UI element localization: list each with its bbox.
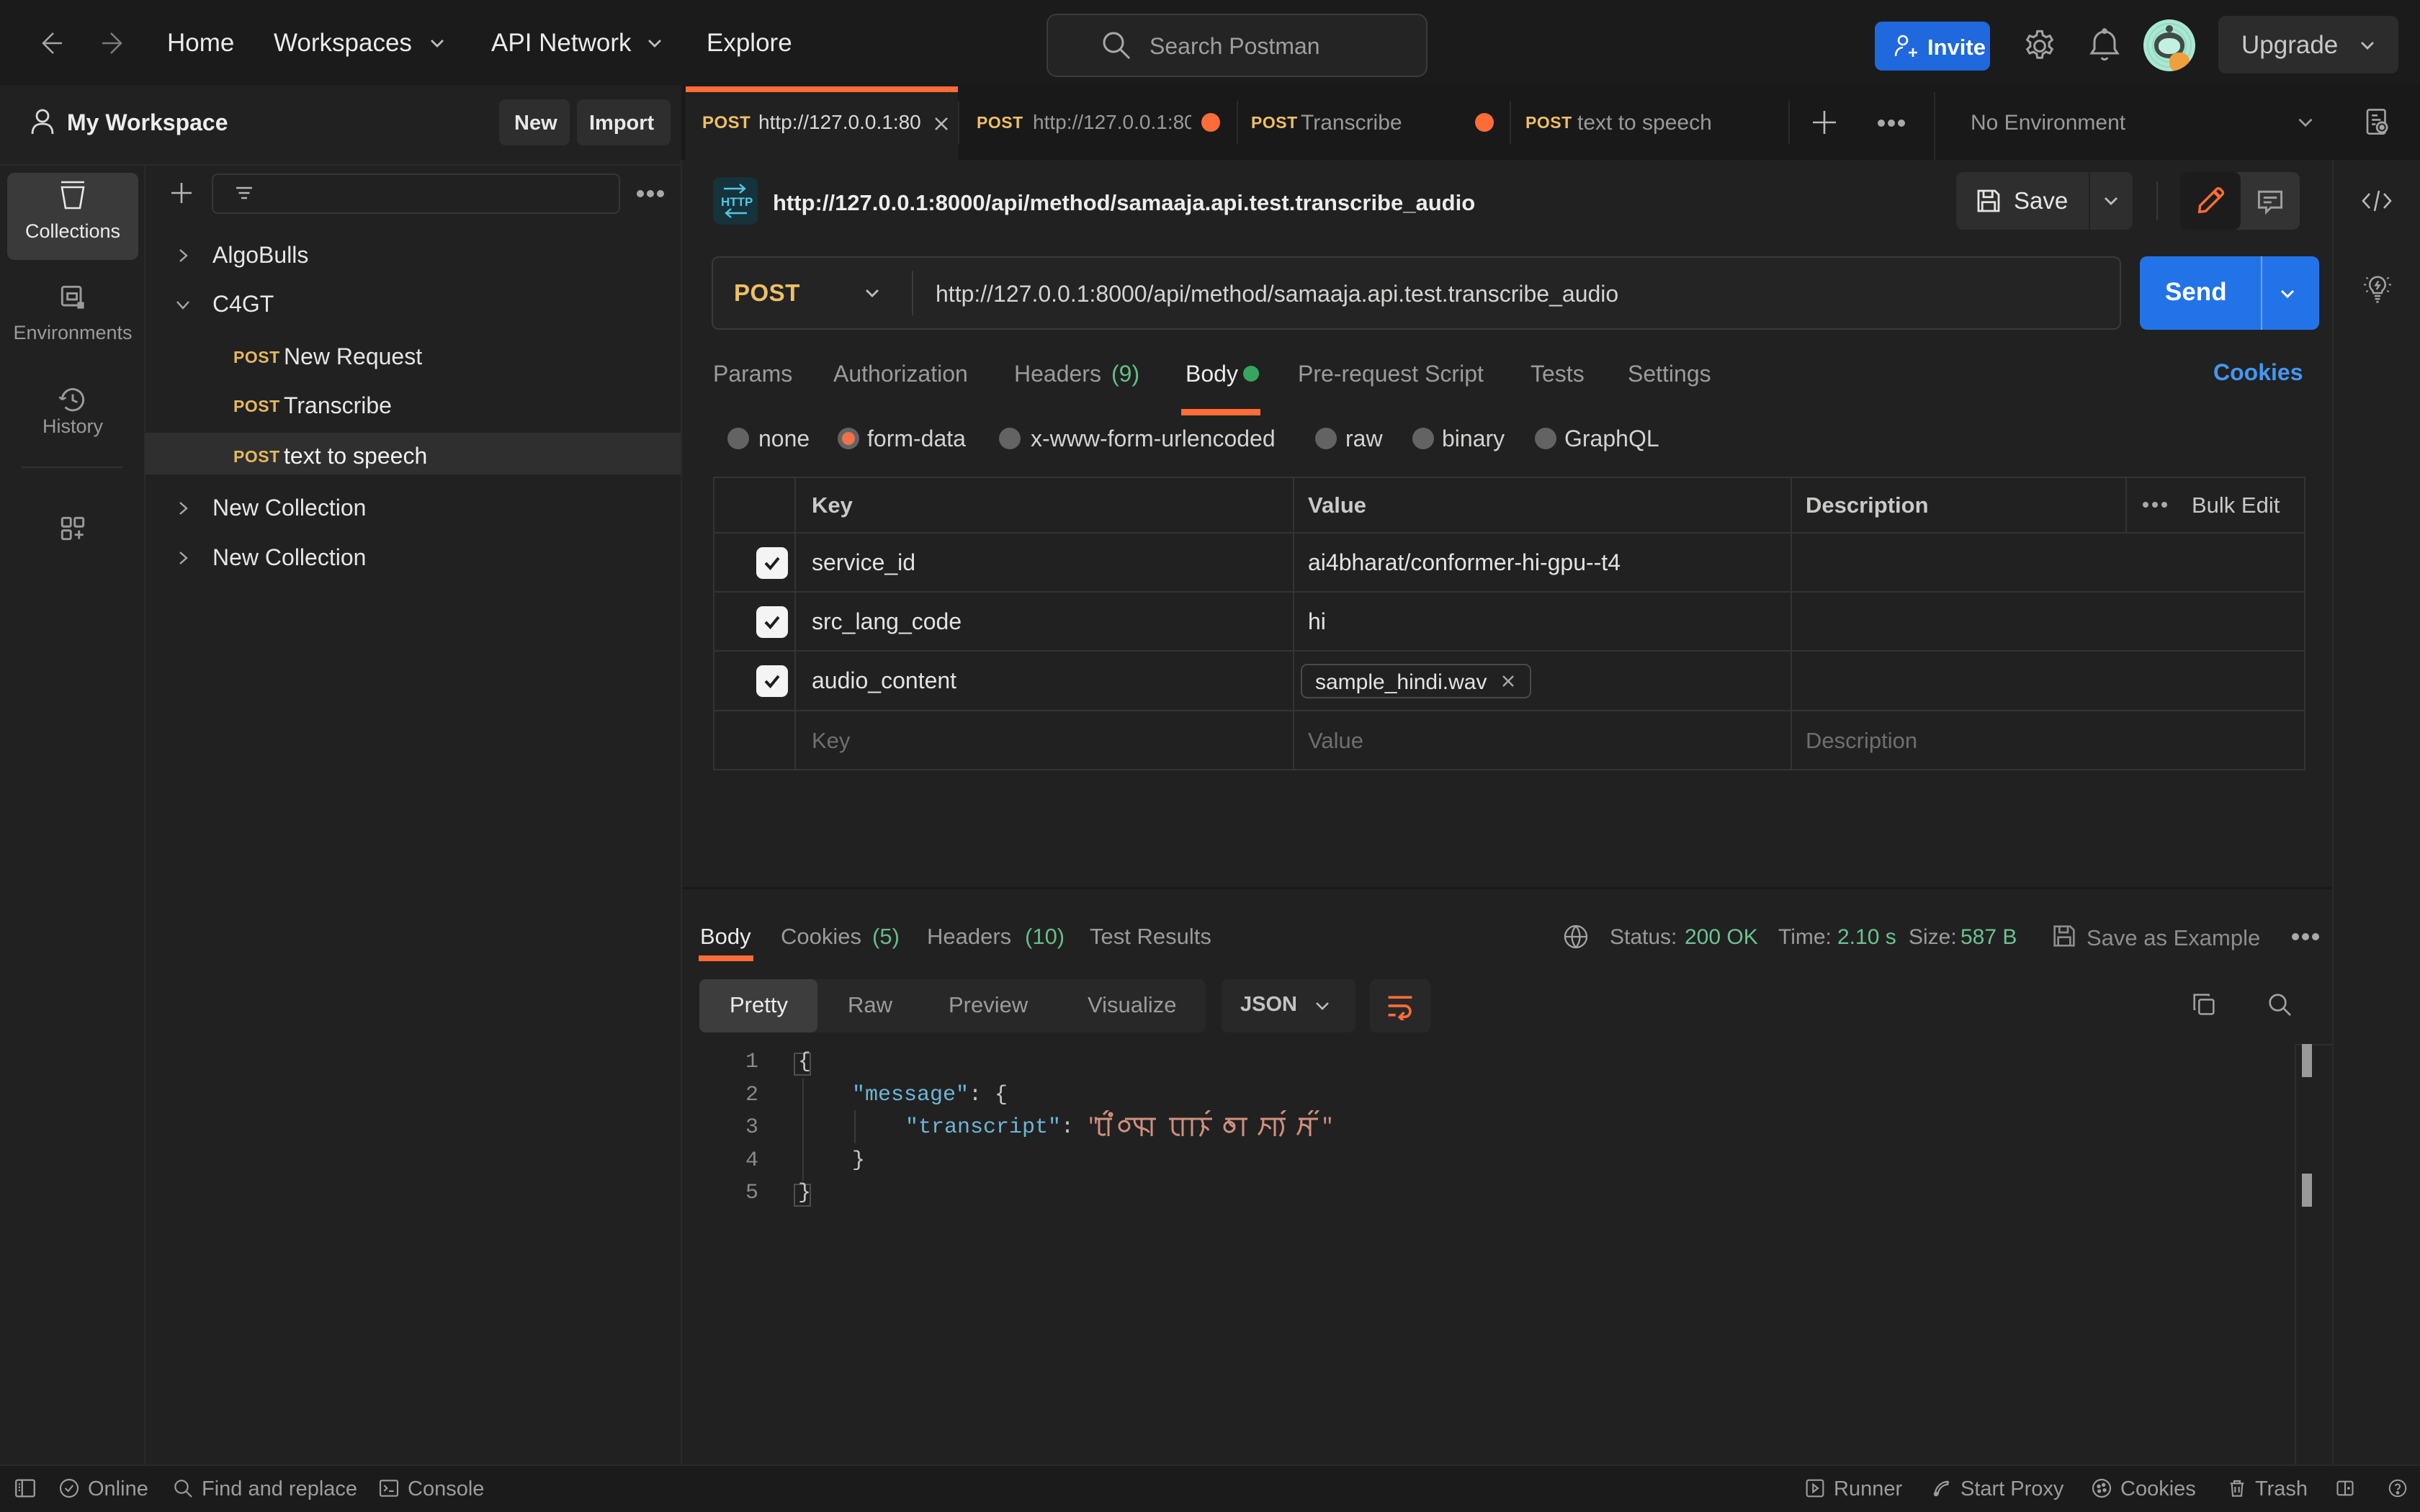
svg-text:HTTP: HTTP [721,195,753,209]
